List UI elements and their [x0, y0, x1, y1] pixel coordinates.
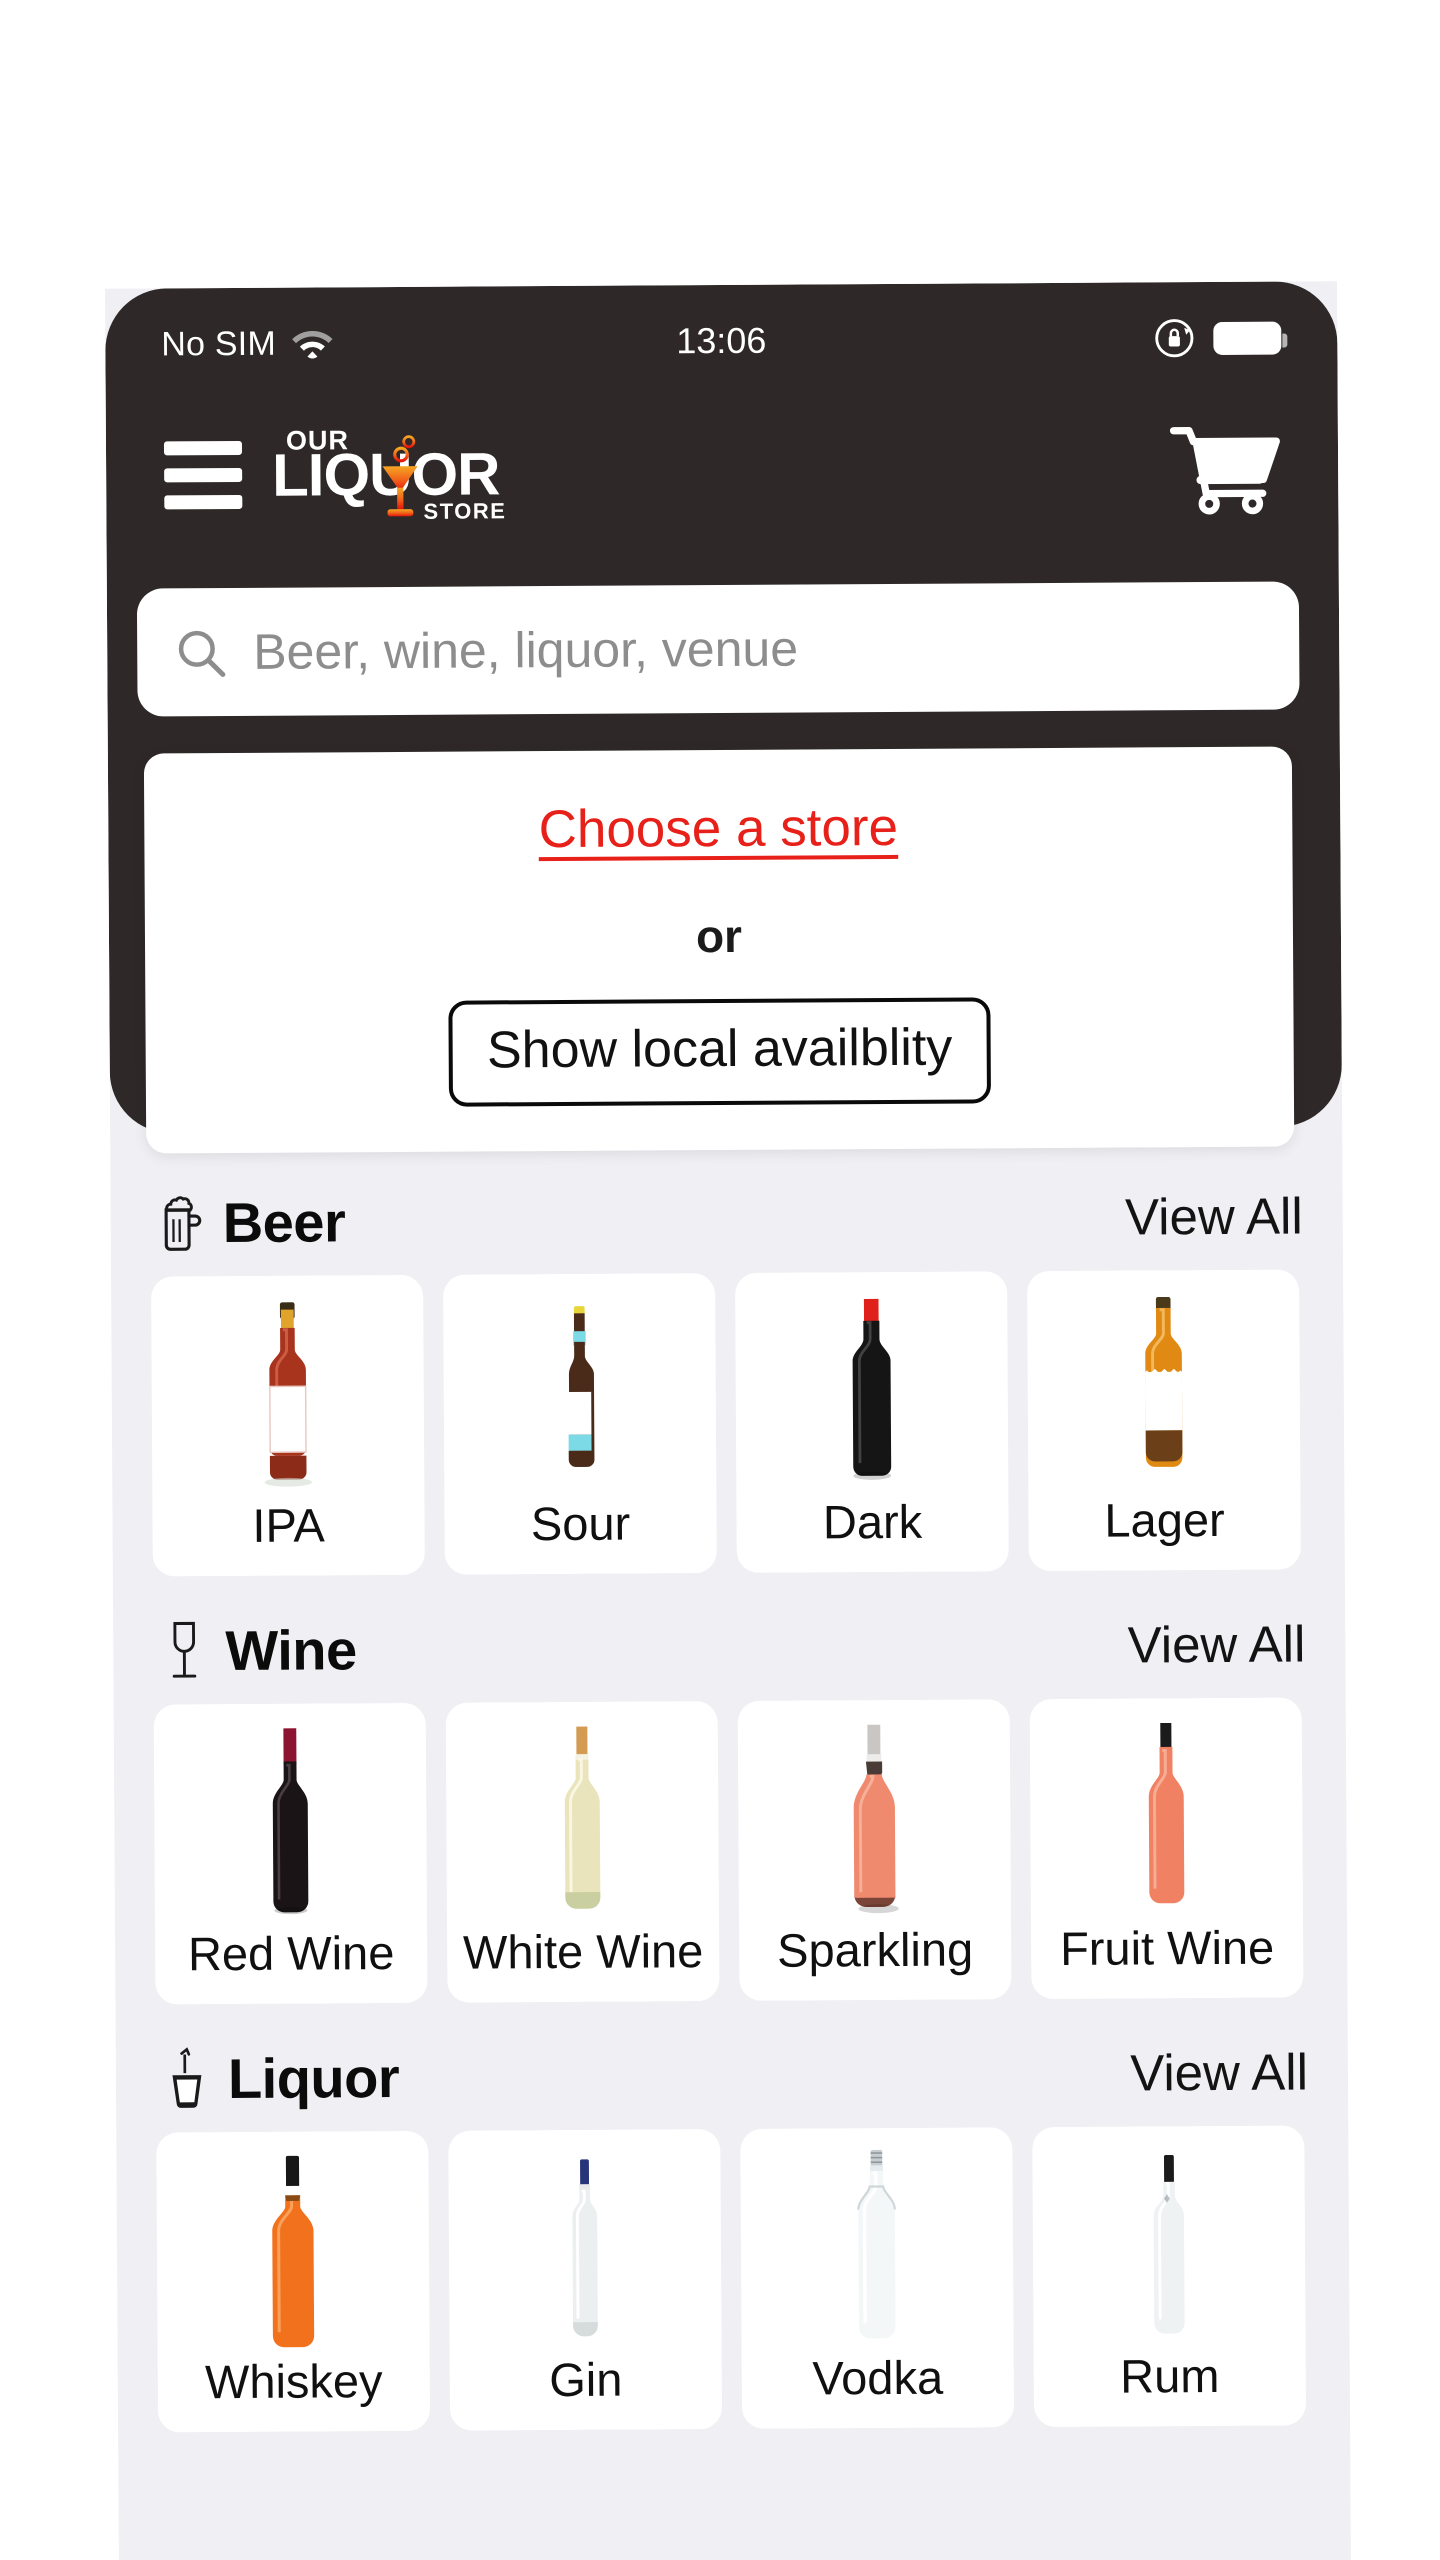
hamburger-bar	[164, 467, 243, 483]
product-card-sour[interactable]: Sour	[443, 1273, 717, 1575]
product-card-sparkling[interactable]: Sparkling	[737, 1699, 1012, 2001]
liquor-bottle-gin-icon	[448, 2147, 721, 2349]
hamburger-menu-icon[interactable]	[163, 440, 243, 510]
section-liquor: Liquor View All Whiskey Gin Vodka Rum	[116, 2017, 1350, 2433]
liquor-bottle-vodka-icon	[740, 2145, 1013, 2347]
search-icon	[173, 625, 227, 679]
product-row-beer[interactable]: IPA Sour Dark Lager	[111, 1269, 1345, 1577]
product-card-ipa[interactable]: IPA	[151, 1274, 425, 1577]
product-label: Sour	[530, 1496, 631, 1551]
phone-viewport: No SIM 13:06 OUR LIQUOR STORE Beer, wine…	[105, 281, 1352, 2560]
hamburger-bar	[163, 440, 243, 456]
status-bar: No SIM 13:06	[105, 307, 1337, 375]
beer-mug-icon	[155, 1189, 209, 1255]
navigation-bar: OUR LIQUOR STORE	[106, 393, 1339, 551]
product-card-red-wine[interactable]: Red Wine	[153, 1702, 428, 2005]
store-selection-card: Choose a store or Show local availblity	[143, 746, 1295, 1154]
wine-bottle-red-icon	[154, 1721, 427, 1923]
product-label: White Wine	[462, 1924, 704, 1979]
product-row-liquor[interactable]: Whiskey Gin Vodka Rum	[116, 2125, 1350, 2433]
view-all-liquor-button[interactable]: View All	[1130, 2042, 1308, 2102]
hamburger-bar	[164, 494, 243, 510]
wifi-icon	[290, 326, 334, 360]
section-header: Liquor View All	[116, 2017, 1349, 2133]
product-label: Fruit Wine	[1059, 1920, 1275, 1975]
carrier-label: No SIM	[161, 324, 277, 363]
product-label: Whiskey	[204, 2354, 383, 2409]
category-scroll-area: Beer View All IPA Sour Dark Lager Wine V…	[110, 1161, 1350, 2453]
product-card-vodka[interactable]: Vodka	[740, 2127, 1015, 2429]
product-card-white-wine[interactable]: White Wine	[445, 1701, 720, 2003]
product-card-whiskey[interactable]: Whiskey	[156, 2130, 431, 2433]
section-header: Beer View All	[110, 1161, 1343, 1277]
beer-bottle-ipa-icon	[151, 1293, 424, 1495]
product-label: Vodka	[812, 2350, 944, 2405]
show-local-availability-button[interactable]: Show local availblity	[448, 997, 991, 1107]
status-bar-right	[1151, 315, 1282, 362]
battery-icon	[1213, 321, 1282, 355]
status-bar-left: No SIM	[161, 324, 334, 364]
product-row-wine[interactable]: Red Wine White Wine Sparkling Fruit Wine	[114, 1697, 1348, 2005]
wine-glass-icon	[157, 1617, 211, 1683]
section-beer: Beer View All IPA Sour Dark Lager	[110, 1161, 1344, 1577]
choose-store-link[interactable]: Choose a store	[538, 797, 898, 860]
rotation-lock-icon	[1151, 315, 1197, 361]
cocktail-tumbler-icon	[160, 2045, 214, 2111]
section-header: Wine View All	[113, 1589, 1346, 1705]
beer-bottle-dark-icon	[735, 1289, 1008, 1491]
product-card-gin[interactable]: Gin	[448, 2129, 723, 2431]
wine-bottle-fruit-icon	[1030, 1715, 1303, 1917]
view-all-beer-button[interactable]: View All	[1125, 1186, 1303, 1246]
product-label: Sparkling	[777, 1922, 974, 1977]
shopping-cart-icon[interactable]	[1169, 423, 1281, 516]
product-label: Red Wine	[187, 1926, 395, 1981]
or-separator-label: or	[695, 909, 743, 963]
screenshot-canvas: No SIM 13:06 OUR LIQUOR STORE Beer, wine…	[0, 0, 1440, 2560]
product-label: IPA	[252, 1498, 325, 1552]
beer-bottle-lager-icon	[1027, 1287, 1300, 1489]
product-card-dark[interactable]: Dark	[735, 1271, 1009, 1573]
brand-logo[interactable]: OUR LIQUOR STORE	[272, 418, 513, 529]
liquor-bottle-rum-icon	[1032, 2143, 1305, 2345]
product-label: Dark	[822, 1494, 923, 1549]
search-input[interactable]: Beer, wine, liquor, venue	[253, 620, 798, 681]
clock-label: 13:06	[676, 319, 767, 362]
product-label: Gin	[549, 2352, 623, 2407]
section-wine: Wine View All Red Wine White Wine Sparkl…	[113, 1589, 1347, 2005]
liquor-bottle-whiskey-icon	[156, 2149, 429, 2351]
wine-bottle-sparkling-icon	[738, 1717, 1011, 1919]
product-card-fruit-wine[interactable]: Fruit Wine	[1029, 1697, 1304, 2000]
logo-bottom-word: STORE	[423, 498, 507, 524]
beer-bottle-sour-icon	[443, 1291, 716, 1493]
section-title: Beer	[222, 1189, 346, 1254]
cocktail-glass-icon	[372, 435, 429, 521]
product-card-lager[interactable]: Lager	[1027, 1269, 1301, 1572]
product-card-rum[interactable]: Rum	[1032, 2125, 1307, 2428]
section-title: Liquor	[227, 2045, 400, 2110]
product-label: Rum	[1119, 2348, 1220, 2403]
search-bar[interactable]: Beer, wine, liquor, venue	[136, 581, 1300, 717]
product-label: Lager	[1104, 1492, 1225, 1547]
view-all-wine-button[interactable]: View All	[1127, 1614, 1305, 1674]
wine-bottle-white-icon	[446, 1719, 719, 1921]
section-title: Wine	[225, 1617, 357, 1682]
